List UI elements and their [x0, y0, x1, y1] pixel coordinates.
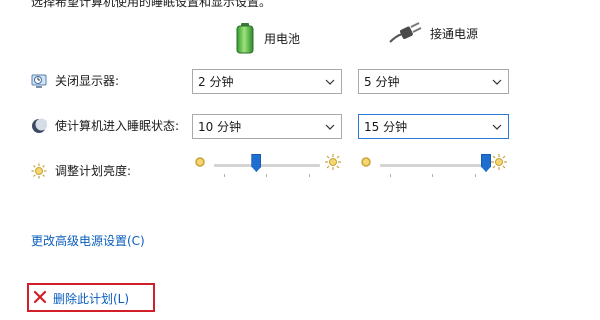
chevron-down-icon [486, 115, 508, 138]
sleep-label: 使计算机进入睡眠状态: [55, 119, 180, 133]
power-plan-settings-page: 选择希望计算机使用的睡眠设置和显示设置。 用电池 接通电源 关闭显示器: 2 分… [0, 0, 600, 320]
sleep-row-label: 使计算机进入睡眠状态: [31, 117, 179, 134]
brightness-low-icon [194, 156, 206, 171]
brightness-plugged-slider[interactable] [358, 152, 508, 178]
slider-track [214, 164, 320, 167]
slider-tick [266, 174, 267, 177]
battery-icon [234, 22, 256, 54]
slider-tick [475, 174, 476, 177]
display-off-battery-value: 2 分钟 [198, 75, 234, 89]
brightness-row-label: 调整计划亮度: [31, 162, 131, 179]
delete-plan-link[interactable]: 删除此计划(L) [33, 290, 129, 307]
sleep-plugged-dropdown[interactable]: 15 分钟 [358, 114, 509, 139]
monitor-clock-icon [31, 73, 47, 89]
red-x-icon [33, 290, 47, 307]
power-plug-icon [388, 22, 422, 44]
display-off-row-label: 关闭显示器: [31, 72, 119, 89]
advanced-power-settings-link[interactable]: 更改高级电源设置(C) [31, 232, 145, 249]
display-off-plugged-dropdown[interactable]: 5 分钟 [358, 69, 509, 94]
delete-plan-label: 删除此计划(L) [53, 292, 130, 306]
brightness-high-icon [324, 153, 342, 174]
battery-column-header: 用电池 [234, 22, 300, 54]
sleep-battery-dropdown[interactable]: 10 分钟 [192, 114, 342, 139]
slider-tick [309, 174, 310, 177]
battery-column-label: 用电池 [264, 31, 301, 46]
intro-text: 选择希望计算机使用的睡眠设置和显示设置。 [31, 0, 272, 9]
brightness-high-icon [490, 153, 508, 174]
brightness-battery-slider[interactable] [192, 152, 342, 178]
sleep-battery-value: 10 分钟 [198, 120, 242, 134]
sleep-plugged-value: 15 分钟 [364, 120, 408, 134]
moon-icon [31, 118, 48, 134]
chevron-down-icon [486, 70, 508, 93]
chevron-down-icon [319, 115, 341, 138]
display-off-label: 关闭显示器: [55, 74, 120, 88]
slider-track [380, 164, 486, 167]
slider-tick [432, 174, 433, 177]
slider-thumb[interactable] [251, 154, 262, 172]
brightness-low-icon [360, 156, 372, 171]
plugged-column-label: 接通电源 [430, 26, 479, 41]
display-off-battery-dropdown[interactable]: 2 分钟 [192, 69, 342, 94]
plugged-column-header: 接通电源 [388, 22, 478, 44]
slider-tick [224, 174, 225, 177]
brightness-label: 调整计划亮度: [55, 164, 132, 178]
sun-icon [31, 163, 47, 179]
slider-tick [390, 174, 391, 177]
chevron-down-icon [319, 70, 341, 93]
display-off-plugged-value: 5 分钟 [364, 75, 400, 89]
